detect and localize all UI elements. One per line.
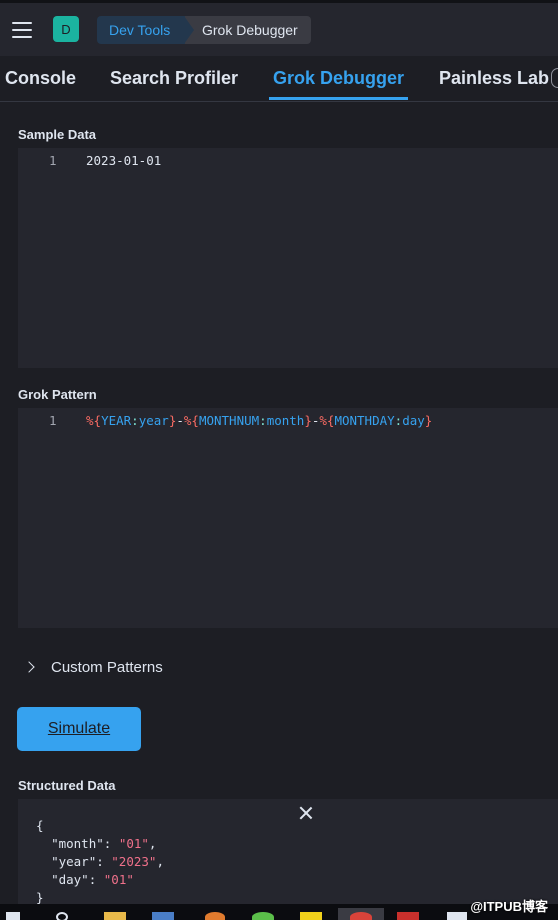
beta-badge-icon (551, 68, 558, 88)
tab-search-profiler[interactable]: Search Profiler (110, 68, 238, 89)
custom-patterns-label: Custom Patterns (51, 658, 163, 676)
close-icon[interactable] (299, 806, 313, 820)
app-icon[interactable] (300, 912, 322, 920)
tab-painless-lab[interactable]: Painless Lab (439, 68, 549, 89)
structured-data-label: Structured Data (18, 778, 116, 793)
app-icon[interactable] (447, 912, 467, 920)
active-tab-indicator (269, 97, 408, 100)
folder-icon[interactable] (104, 912, 126, 920)
line-number: 1 (49, 153, 57, 168)
menu-icon[interactable] (12, 22, 32, 38)
top-header: D Dev Tools Grok Debugger (0, 0, 558, 56)
custom-patterns-toggle[interactable]: Custom Patterns (23, 655, 163, 679)
chevron-right-icon (23, 661, 35, 673)
sample-data-label: Sample Data (18, 127, 97, 142)
grok-pattern-text: %{YEAR:year}-%{MONTHNUM:month}-%{MONTHDA… (86, 413, 433, 428)
space-avatar[interactable]: D (53, 16, 79, 42)
search-icon[interactable] (56, 912, 68, 920)
chrome-icon[interactable] (350, 912, 372, 920)
grok-pattern-editor[interactable]: 1 %{YEAR:year}-%{MONTHNUM:month}-%{MONTH… (18, 408, 558, 628)
sample-data-text: 2023-01-01 (86, 153, 162, 168)
tab-console[interactable]: Console (5, 68, 76, 89)
structured-data-output: { "month": "01", "year": "2023", "day": … (18, 799, 558, 905)
breadcrumb-dev-tools[interactable]: Dev Tools (97, 16, 185, 44)
app-icon[interactable] (397, 912, 419, 920)
app-icon[interactable] (152, 912, 174, 920)
breadcrumb-grok-debugger: Grok Debugger (184, 16, 311, 44)
tab-bar: Console Search Profiler Grok Debugger Pa… (0, 56, 558, 102)
tab-grok-debugger[interactable]: Grok Debugger (273, 68, 404, 89)
windows-start-icon[interactable] (6, 912, 20, 920)
structured-data-json: { "month": "01", "year": "2023", "day": … (36, 818, 164, 905)
line-number: 1 (49, 413, 57, 428)
simulate-button[interactable]: Simulate (17, 707, 141, 751)
watermark: @ITPUB博客 (470, 899, 548, 914)
app-icon[interactable] (205, 912, 225, 920)
grok-pattern-label: Grok Pattern (18, 387, 97, 402)
sample-data-editor[interactable]: 1 2023-01-01 (18, 148, 558, 368)
app-icon[interactable] (252, 912, 274, 920)
